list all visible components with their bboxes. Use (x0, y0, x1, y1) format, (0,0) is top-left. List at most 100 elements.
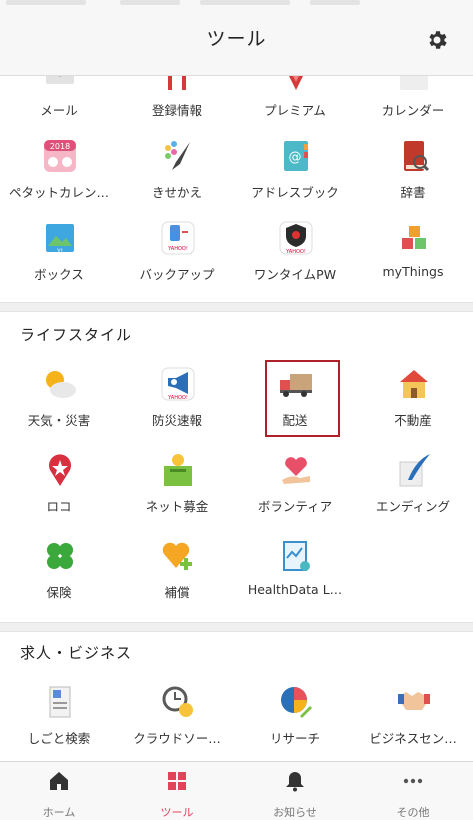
tab-label: ツール (160, 806, 194, 819)
mythings-cubes-icon (396, 220, 432, 256)
tool-mail[interactable]: メール (0, 76, 118, 136)
tool-address-book[interactable]: @ アドレスブック (236, 138, 354, 218)
tool-label: myThings (382, 264, 444, 279)
tool-loco[interactable]: ロコ (0, 452, 118, 532)
tool-theme[interactable]: きせかえ (118, 138, 236, 218)
section-title-business: 求人・ビジネス (20, 644, 133, 662)
tool-label: 防災速報 (151, 413, 202, 428)
more-dots-icon (402, 770, 424, 792)
bell-icon (284, 770, 306, 792)
tool-mythings[interactable]: myThings (354, 220, 472, 300)
tool-job-search[interactable]: しごと検索 (0, 684, 118, 761)
tool-label: 不動産 (394, 413, 432, 428)
tool-label: メール (40, 103, 78, 118)
tool-label: カレンダー (381, 103, 445, 118)
settings-button[interactable] (425, 28, 449, 52)
svg-text:2018: 2018 (50, 142, 70, 151)
tool-disaster-alert[interactable]: YAHOO! 防災速報 (118, 366, 236, 446)
tool-research[interactable]: リサーチ (236, 684, 354, 761)
section-title-lifestyle: ライフスタイル (20, 326, 133, 344)
svg-text:YAHOO!: YAHOO! (285, 249, 306, 255)
heart-hand-icon (278, 452, 314, 488)
tool-donation[interactable]: ネット募金 (118, 452, 236, 532)
tab-home[interactable]: ホーム (0, 762, 118, 820)
tool-label: ロコ (46, 499, 72, 514)
tool-label: しごと検索 (27, 731, 91, 746)
tool-volunteer[interactable]: ボランティア (236, 452, 354, 532)
tool-label: 登録情報 (151, 103, 202, 118)
box-storage-icon: Y! (42, 220, 78, 256)
tool-business-center[interactable]: ビジネスセン… (354, 684, 472, 761)
tool-label: リサーチ (269, 731, 320, 746)
tool-label: HealthData L… (247, 582, 343, 597)
status-bar (0, 0, 473, 12)
tool-dictionary[interactable]: 辞書 (354, 138, 472, 218)
tool-one-time-password[interactable]: YAHOO! ワンタイムPW (236, 220, 354, 300)
svg-text:Y!: Y! (56, 248, 63, 255)
mail-icon (42, 76, 78, 92)
handshake-icon (396, 684, 432, 720)
tab-label: その他 (396, 806, 430, 819)
tool-label: きせかえ (151, 185, 202, 200)
tool-label: アドレスブック (251, 185, 339, 200)
svg-text:YAHOO!: YAHOO! (167, 246, 188, 252)
tool-label: ワンタイムPW (253, 267, 337, 282)
tab-tools[interactable]: ツール (118, 762, 236, 820)
tool-box[interactable]: Y! ボックス (0, 220, 118, 300)
tool-label: ペタットカレン… (8, 185, 109, 200)
donation-box-icon (160, 452, 196, 488)
home-icon (48, 770, 70, 792)
tool-label: クラウドソー… (133, 731, 221, 746)
tab-label: ホーム (42, 806, 76, 819)
tool-label: 天気・災害 (27, 413, 91, 428)
tool-label: 辞書 (400, 185, 426, 200)
weather-sun-cloud-icon (42, 366, 78, 402)
tool-label: ネット募金 (145, 499, 209, 514)
tab-more[interactable]: その他 (354, 762, 472, 820)
clover-icon (42, 538, 78, 574)
registration-icon (160, 76, 196, 92)
page-title: ツール (206, 28, 267, 50)
tool-ending[interactable]: エンディング (354, 452, 472, 532)
tool-real-estate[interactable]: 不動産 (354, 366, 472, 446)
app-header: ツール (0, 0, 473, 76)
health-data-chart-icon (278, 538, 314, 574)
tool-label: プレミアム (264, 103, 326, 118)
pie-chart-pencil-icon (278, 684, 314, 720)
heart-plus-icon (160, 538, 196, 574)
tool-backup[interactable]: YAHOO! バックアップ (118, 220, 236, 300)
tools-list[interactable]: メール 登録情報 プレミアム カレンダー 2018 ペタットカレン… きせかえ … (0, 76, 473, 761)
address-book-icon: @ (278, 138, 314, 174)
calendar-icon (396, 76, 432, 92)
tool-label: 補償 (164, 585, 190, 600)
quill-pen-icon (396, 452, 432, 488)
highlight-box (265, 360, 340, 437)
paint-brush-icon (160, 138, 196, 174)
gear-icon (429, 31, 447, 49)
tab-label: お知らせ (273, 806, 317, 819)
tool-compensation[interactable]: 補償 (118, 538, 236, 618)
tool-insurance[interactable]: 保険 (0, 538, 118, 618)
section-divider (0, 622, 473, 632)
tool-label: ボランティア (257, 499, 333, 514)
bottom-tab-bar: ホーム ツール お知らせ その他 (0, 761, 473, 820)
one-time-password-icon: YAHOO! (278, 220, 314, 256)
backup-icon: YAHOO! (160, 220, 196, 256)
tool-calendar[interactable]: カレンダー (354, 76, 472, 136)
tool-label: バックアップ (139, 267, 215, 282)
tool-premium[interactable]: プレミアム (236, 76, 354, 136)
tool-weather[interactable]: 天気・災害 (0, 366, 118, 446)
tool-registration[interactable]: 登録情報 (118, 76, 236, 136)
tool-crowdsourcing[interactable]: クラウドソー… (118, 684, 236, 761)
tool-label: エンディング (375, 499, 451, 514)
tool-label: ボックス (34, 267, 84, 282)
premium-ribbon-icon (278, 76, 314, 92)
tool-sticker-calendar[interactable]: 2018 ペタットカレン… (0, 138, 118, 218)
tool-label: ビジネスセン… (369, 731, 457, 746)
tab-notifications[interactable]: お知らせ (236, 762, 354, 820)
map-pin-star-icon (42, 452, 78, 488)
tool-label: 保険 (46, 585, 72, 600)
disaster-alert-megaphone-icon: YAHOO! (160, 366, 196, 402)
tool-health-data[interactable]: HealthData L… (236, 538, 354, 618)
svg-text:YAHOO!: YAHOO! (167, 395, 188, 401)
